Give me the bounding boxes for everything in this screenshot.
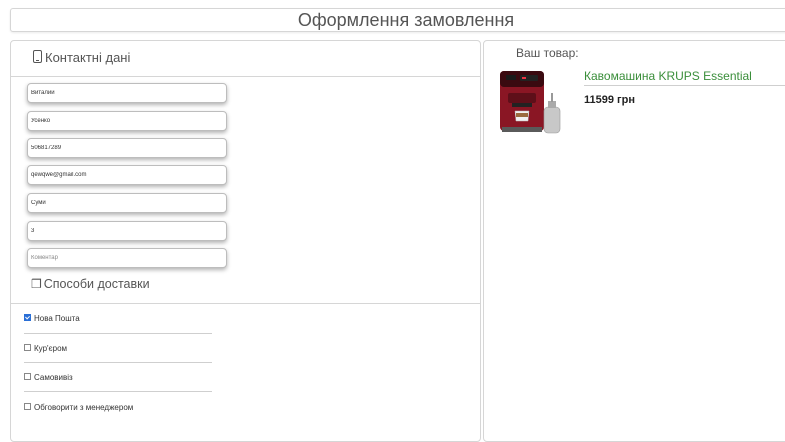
delivery-option-nova-poshta[interactable]: Нова Пошта [24, 314, 80, 323]
divider [24, 391, 212, 392]
delivery-option-label: Нова Пошта [34, 314, 80, 323]
divider [24, 333, 212, 334]
product-name-link[interactable]: Кавомашина KRUPS Essential [584, 69, 752, 83]
delivery-option-courier[interactable]: Кур'єром [24, 344, 67, 353]
contact-panel: Контактні дані ❒Способи доставки Нова По… [10, 40, 481, 442]
delivery-option-pickup[interactable]: Самовивіз [24, 373, 73, 382]
checkbox-icon[interactable] [24, 344, 31, 351]
email-field[interactable] [27, 165, 227, 185]
contact-heading: Контактні дані [11, 41, 480, 77]
product-price: 11599 грн [584, 94, 635, 106]
coffee-machine-image[interactable] [498, 69, 570, 141]
package-icon: ❒ [31, 277, 42, 291]
delivery-heading-label: Способи доставки [43, 277, 150, 291]
divider [584, 85, 785, 86]
phone-field[interactable] [27, 138, 227, 158]
delivery-option-label: Кур'єром [34, 344, 68, 353]
delivery-option-label: Обговорити з менеджером [34, 403, 134, 412]
branch-field[interactable] [27, 221, 227, 241]
comment-field[interactable] [27, 248, 227, 268]
phone-icon [33, 50, 42, 63]
checkbox-icon[interactable] [24, 373, 31, 380]
page-title: Оформлення замовлення [10, 8, 785, 32]
city-field[interactable] [27, 193, 227, 213]
divider [11, 303, 480, 304]
your-product-heading: Ваш товар: [516, 46, 579, 60]
first-name-field[interactable] [27, 83, 227, 103]
checkbox-icon[interactable] [24, 403, 31, 410]
delivery-heading: ❒ Способи доставки [31, 277, 150, 291]
delivery-option-label: Самовивіз [34, 373, 73, 382]
checkbox-checked-icon[interactable] [24, 314, 31, 321]
contact-heading-label: Контактні дані [45, 50, 131, 65]
last-name-field[interactable] [27, 111, 227, 131]
product-panel: Ваш товар: Кавомашина KRUPS Essential 11… [483, 40, 785, 442]
divider [24, 362, 212, 363]
delivery-option-manager[interactable]: Обговорити з менеджером [24, 403, 133, 412]
